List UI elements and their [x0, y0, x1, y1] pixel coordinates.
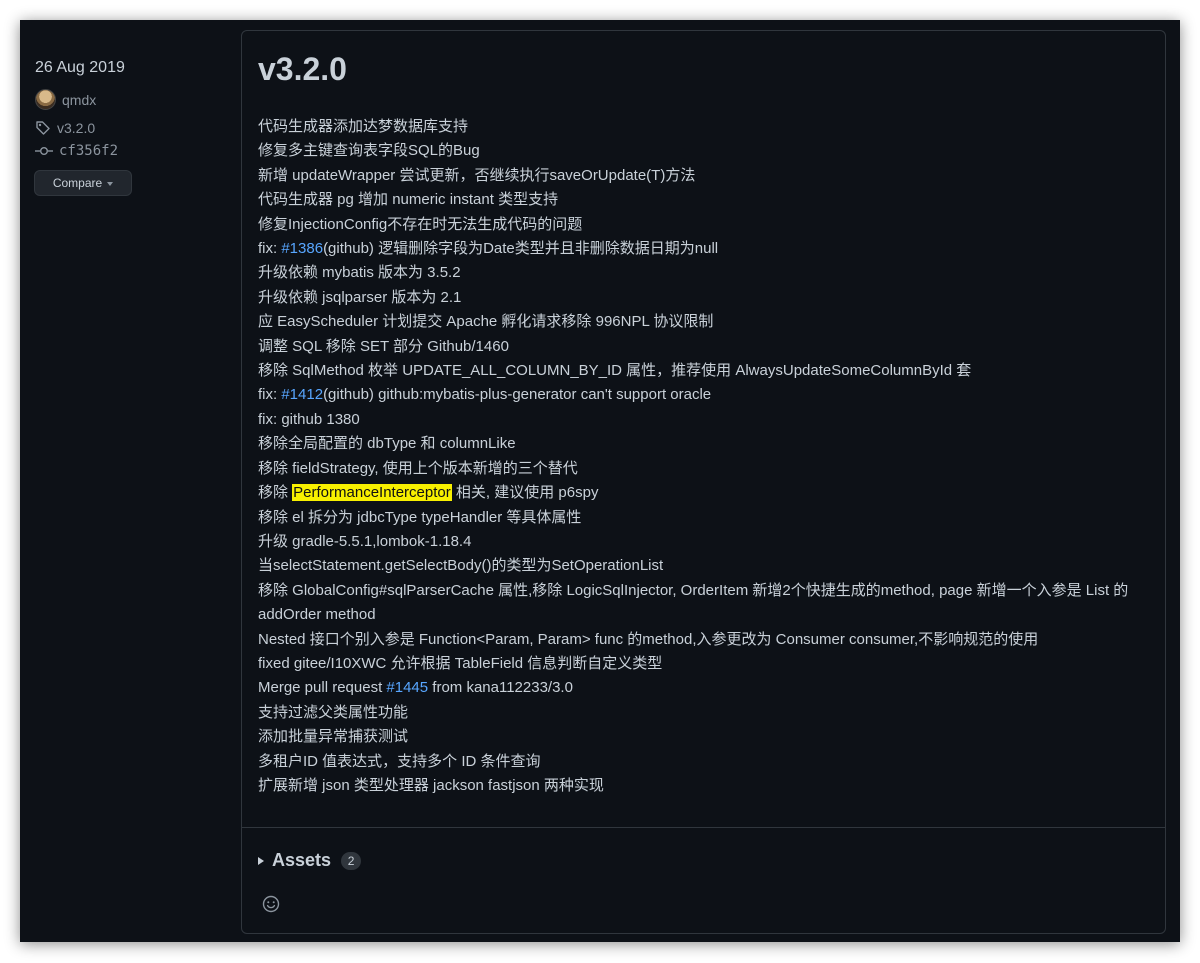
note-text: 修复多主键查询表字段SQL的Bug	[258, 142, 480, 160]
tag-label[interactable]: v3.2.0	[57, 120, 95, 136]
note-text: fix: github 1380	[258, 410, 360, 428]
release-note-item: Nested 接口个别入参是 Function<Param, Param> fu…	[258, 628, 1153, 652]
release-sidebar: 26 Aug 2019 qmdx v3.2.0 cf356f2 Compare	[20, 20, 240, 942]
author-name[interactable]: qmdx	[62, 92, 96, 108]
note-text: 移除 SqlMethod 枚举 UPDATE_ALL_COLUMN_BY_ID …	[258, 362, 972, 380]
note-text: 移除 GlobalConfig#sqlParserCache 属性,移除 Log…	[258, 581, 1129, 624]
release-note-item: 当selectStatement.getSelectBody()的类型为SetO…	[258, 554, 1153, 578]
release-note-item: Merge pull request #1445 from kana112233…	[258, 676, 1153, 700]
release-note-item: 升级 gradle-5.5.1,lombok-1.18.4	[258, 530, 1153, 554]
release-note-item: 代码生成器 pg 增加 numeric instant 类型支持	[258, 188, 1153, 212]
note-text: fixed gitee/I10XWC 允许根据 TableField 信息判断自…	[258, 654, 663, 672]
release-notes: 代码生成器添加达梦数据库支持 修复多主键查询表字段SQL的Bug 新增 update…	[258, 115, 1153, 798]
note-text: 修复InjectionConfig不存在时无法生成代码的问题	[258, 215, 583, 233]
assets-label: Assets	[272, 850, 332, 870]
release-note-item: 支持过滤父类属性功能	[258, 701, 1153, 725]
release-card: v3.2.0 代码生成器添加达梦数据库支持 修复多主键查询表字段SQL的Bug 新增…	[241, 30, 1166, 934]
note-text: Merge pull request	[258, 679, 387, 697]
tag-icon	[36, 121, 50, 135]
release-note-item: fix: #1412(github) github:mybatis-plus-g…	[258, 383, 1153, 407]
release-title[interactable]: v3.2.0	[258, 51, 347, 88]
release-note-item: 调整 SQL 移除 SET 部分 Github/1460	[258, 335, 1153, 359]
note-text: 当selectStatement.getSelectBody()的类型为SetO…	[258, 557, 664, 575]
git-commit-icon	[35, 147, 53, 155]
release-note-item: fix: github 1380	[258, 408, 1153, 432]
commit-hash[interactable]: cf356f2	[59, 143, 118, 159]
note-text: 代码生成器 pg 增加 numeric instant 类型支持	[258, 191, 559, 209]
release-note-item: 移除 el 拆分为 jdbcType typeHandler 等具体属性	[258, 506, 1153, 530]
release-note-item: fixed gitee/I10XWC 允许根据 TableField 信息判断自…	[258, 652, 1153, 676]
smiley-icon	[262, 895, 280, 913]
note-text: fix:	[258, 240, 282, 258]
note-text: 移除 fieldStrategy, 使用上个版本新增的三个替代	[258, 459, 578, 477]
tag-link[interactable]: v3.2.0	[35, 120, 95, 136]
release-note-item: 多租户ID 值表达式，支持多个 ID 条件查询	[258, 750, 1153, 774]
note-text: 移除全局配置的 dbType 和 columnLike	[258, 435, 516, 453]
note-text: 新增 updateWrapper 尝试更新，否继续执行saveOrUpdate(…	[258, 166, 696, 184]
release-window: 26 Aug 2019 qmdx v3.2.0 cf356f2 Compare	[20, 20, 1180, 942]
note-text: 升级依赖 mybatis 版本为 3.5.2	[258, 264, 461, 282]
note-text: Nested 接口个别入参是 Function<Param, Param> fu…	[258, 630, 1039, 648]
release-note-item: 扩展新增 json 类型处理器 jackson fastjson 两种实现	[258, 774, 1153, 798]
note-text: 应 EasyScheduler 计划提交 Apache 孵化请求移除 996NP…	[258, 313, 714, 331]
compare-label: Compare	[52, 176, 103, 190]
release-note-item: fix: #1386(github) 逻辑删除字段为Date类型并且非删除数据日…	[258, 237, 1153, 261]
release-note-item: 代码生成器添加达梦数据库支持	[258, 115, 1153, 139]
release-note-item: 移除 PerformanceInterceptor 相关, 建议使用 p6spy	[258, 481, 1153, 505]
note-text: 支持过滤父类属性功能	[258, 703, 409, 721]
release-note-item: 移除 fieldStrategy, 使用上个版本新增的三个替代	[258, 457, 1153, 481]
highlighted-text: PerformanceInterceptor	[292, 484, 452, 502]
release-note-item: 应 EasyScheduler 计划提交 Apache 孵化请求移除 996NP…	[258, 310, 1153, 334]
note-text: fix:	[258, 386, 282, 404]
note-text: 移除	[258, 484, 293, 502]
release-note-item: 升级依赖 jsqlparser 版本为 2.1	[258, 286, 1153, 310]
commit-link[interactable]: cf356f2	[35, 143, 118, 159]
release-note-item: 新增 updateWrapper 尝试更新，否继续执行saveOrUpdate(…	[258, 164, 1153, 188]
note-text: 扩展新增 json 类型处理器 jackson fastjson 两种实现	[258, 776, 604, 794]
note-text: 代码生成器添加达梦数据库支持	[258, 118, 469, 135]
note-text: 添加批量异常捕获测试	[258, 728, 409, 746]
note-text: 升级依赖 jsqlparser 版本为 2.1	[258, 288, 462, 306]
note-text: 升级 gradle-5.5.1,lombok-1.18.4	[258, 532, 472, 550]
note-text: (github) github:mybatis-plus-generator c…	[323, 386, 712, 404]
release-note-item: 修复InjectionConfig不存在时无法生成代码的问题	[258, 213, 1153, 237]
compare-button[interactable]: Compare	[34, 170, 132, 196]
note-text: 移除 el 拆分为 jdbcType typeHandler 等具体属性	[258, 508, 582, 526]
add-reaction-button[interactable]	[258, 891, 284, 917]
assets-toggle[interactable]: Assets 2	[258, 850, 362, 871]
release-note-item: 移除 GlobalConfig#sqlParserCache 属性,移除 Log…	[258, 579, 1153, 628]
divider	[242, 827, 1165, 828]
note-text: 调整 SQL 移除 SET 部分 Github/1460	[258, 337, 509, 355]
release-note-item: 移除 SqlMethod 枚举 UPDATE_ALL_COLUMN_BY_ID …	[258, 359, 1153, 383]
disclosure-triangle-icon	[258, 856, 264, 865]
note-text: 多租户ID 值表达式，支持多个 ID 条件查询	[258, 752, 541, 770]
issue-link[interactable]: #1386	[281, 240, 323, 257]
avatar[interactable]	[35, 89, 56, 110]
release-note-item: 移除全局配置的 dbType 和 columnLike	[258, 432, 1153, 456]
issue-link[interactable]: #1412	[281, 386, 323, 403]
release-date: 26 Aug 2019	[35, 59, 125, 76]
release-note-item: 修复多主键查询表字段SQL的Bug	[258, 139, 1153, 163]
note-text: from kana112233/3.0	[428, 679, 573, 697]
assets-count-badge: 2	[341, 851, 362, 870]
release-note-item: 升级依赖 mybatis 版本为 3.5.2	[258, 261, 1153, 285]
chevron-down-icon	[107, 182, 114, 186]
author[interactable]: qmdx	[35, 89, 96, 110]
issue-link[interactable]: #1445	[386, 679, 428, 696]
note-text: (github) 逻辑删除字段为Date类型并且非删除数据日期为null	[323, 240, 719, 258]
note-text: 相关, 建议使用 p6spy	[451, 484, 599, 502]
release-note-item: 添加批量异常捕获测试	[258, 725, 1153, 749]
